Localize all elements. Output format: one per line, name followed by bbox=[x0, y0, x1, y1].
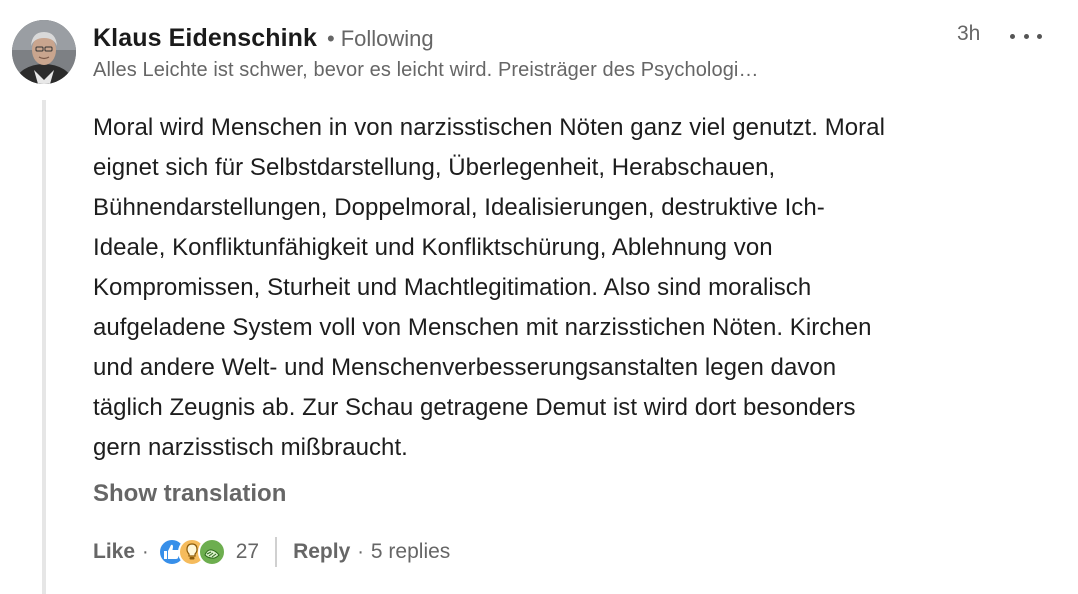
replies-count-link[interactable]: 5 replies bbox=[371, 540, 450, 564]
comment-text-line: Moral wird Menschen in von narzisstische… bbox=[93, 114, 885, 141]
show-translation-button[interactable]: Show translation bbox=[93, 480, 286, 508]
comment-text-line: Bühnendarstellungen, Doppelmoral, Ideali… bbox=[93, 194, 825, 221]
more-options-button[interactable] bbox=[1010, 24, 1042, 48]
actions-divider bbox=[275, 537, 278, 567]
comment-actions: Like · 27 Reply · 5 replies bbox=[93, 536, 450, 568]
comment-text-line: und andere Welt- und Menschenverbesserun… bbox=[93, 354, 837, 381]
comment-text-line: eignet sich für Selbstdarstellung, Überl… bbox=[93, 154, 776, 181]
author-avatar[interactable] bbox=[12, 20, 76, 84]
support-reaction-icon bbox=[197, 538, 226, 566]
comment-timestamp: 3h bbox=[957, 22, 981, 45]
separator-dot: · bbox=[357, 540, 364, 563]
comment-card: Klaus Eidenschink • Following Alles Leic… bbox=[0, 0, 1078, 594]
author-name[interactable]: Klaus Eidenschink bbox=[93, 24, 317, 53]
ellipsis-icon bbox=[1010, 33, 1015, 39]
thread-line bbox=[42, 100, 46, 594]
author-headline: Alles Leichte ist schwer, bevor es leich… bbox=[93, 59, 759, 81]
comment-text-line: gern narzisstisch mißbraucht. bbox=[93, 434, 408, 461]
profile-photo-icon bbox=[12, 20, 76, 84]
reply-button[interactable]: Reply bbox=[293, 540, 350, 564]
reactions-summary[interactable]: 27 bbox=[157, 538, 260, 566]
author-row: Klaus Eidenschink • Following bbox=[93, 24, 993, 53]
comment-text: Moral wird Menschen in von narzisstische… bbox=[93, 108, 1063, 468]
like-button[interactable]: Like bbox=[93, 540, 135, 564]
follow-separator: • bbox=[327, 26, 335, 51]
reaction-count: 27 bbox=[235, 540, 260, 563]
comment-header: Klaus Eidenschink • Following Alles Leic… bbox=[93, 24, 993, 82]
ellipsis-icon bbox=[1037, 33, 1042, 39]
comment-text-line: aufgeladene System voll von Menschen mit… bbox=[93, 314, 872, 341]
follow-status: Following bbox=[340, 26, 434, 51]
comment-text-line: Ideale, Konfliktunfähigkeit und Konflikt… bbox=[93, 234, 773, 261]
separator-dot: · bbox=[142, 540, 149, 563]
ellipsis-icon bbox=[1023, 33, 1029, 39]
comment-text-line: täglich Zeugnis ab. Zur Schau getragene … bbox=[93, 394, 856, 421]
comment-text-line: Kompromissen, Sturheit und Machtlegitima… bbox=[93, 274, 812, 301]
